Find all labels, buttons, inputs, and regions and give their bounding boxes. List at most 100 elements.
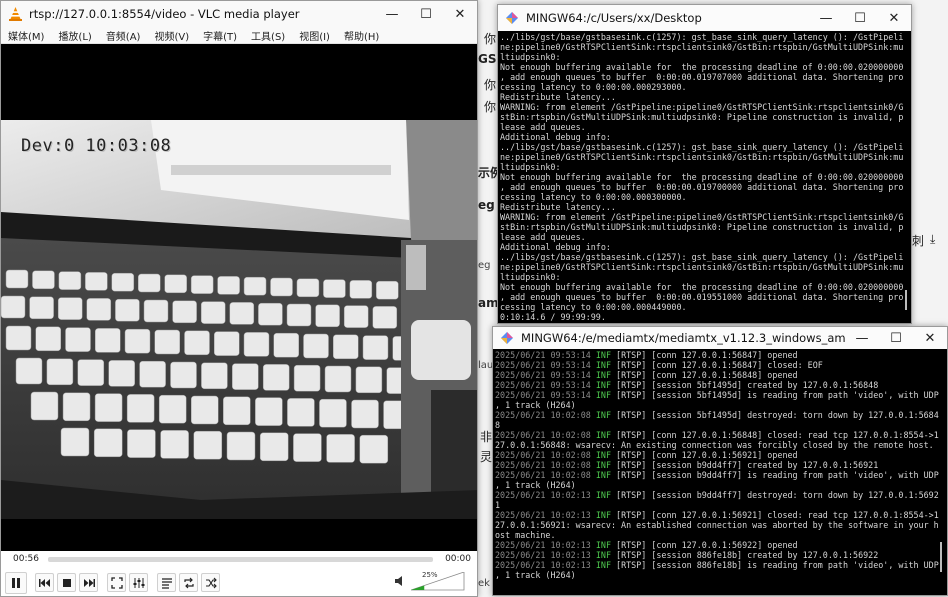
log-line: 2025/06/21 09:53:14 INF [RTSP] [conn 127… — [495, 350, 947, 360]
skip-back-icon — [38, 578, 50, 587]
mingw-icon — [504, 10, 520, 26]
keyboard-key — [35, 326, 61, 352]
log-message: [RTSP] [session 5bf1495d] destroyed: tor… — [616, 410, 939, 420]
log-timestamp: 2025/06/21 10:02:13 — [495, 540, 591, 550]
keyboard-key — [258, 302, 283, 326]
background-text: 灵 — [480, 450, 493, 464]
keyboard-key — [65, 327, 91, 352]
close-icon[interactable]: ✕ — [877, 5, 911, 31]
terminal-line: cessing latency to 0:00:00.000300000. — [500, 192, 687, 202]
keyboard-key — [315, 304, 340, 328]
terminal1-titlebar[interactable]: MINGW64:/c/Users/xx/Desktop — ☐ ✕ — [498, 5, 911, 31]
keyboard-key — [319, 398, 347, 428]
keyboard-key — [255, 397, 283, 426]
pause-button[interactable] — [5, 571, 27, 594]
shuffle-button[interactable] — [201, 573, 220, 592]
keyboard-key — [124, 328, 151, 354]
menu-item[interactable]: 视图(I) — [292, 28, 337, 43]
terminal2-output[interactable]: 2025/06/21 09:53:14 INF [RTSP] [conn 127… — [493, 349, 947, 595]
seek-row: 00:56 00:00 — [1, 552, 477, 566]
playlist-button[interactable] — [157, 573, 176, 592]
minimize-icon[interactable]: — — [375, 1, 409, 27]
volume-control[interactable]: 25% — [395, 571, 465, 591]
vlc-titlebar[interactable]: rtsp://127.0.0.1:8554/video - VLC media … — [1, 1, 477, 27]
keyboard-key — [29, 296, 54, 320]
keyboard-key — [201, 362, 228, 390]
terminal-line: ../libs/gst/base/gstbasesink.c(1257): gs… — [500, 252, 904, 262]
menu-item[interactable]: 视频(V) — [147, 28, 196, 43]
stop-button[interactable] — [57, 573, 76, 592]
log-level: INF — [595, 390, 611, 400]
log-continuation: , 1 track (H264) — [495, 400, 576, 410]
log-line: 2025/06/21 10:02:08 INF [RTSP] [session … — [495, 470, 947, 480]
log-timestamp: 2025/06/21 09:53:14 — [495, 370, 591, 380]
keyboard-key — [1, 295, 26, 319]
previous-button[interactable] — [35, 573, 54, 592]
log-message: [RTSP] [session 5bf1495d] is reading fro… — [616, 390, 939, 400]
close-icon[interactable]: ✕ — [913, 327, 947, 349]
keyboard-key — [184, 330, 210, 356]
terminal1-output[interactable]: ../libs/gst/base/gstbasesink.c(1257): gs… — [498, 31, 911, 323]
keyboard-key — [111, 272, 135, 292]
video-area[interactable]: Dev:0 10:03:08 — [1, 44, 477, 551]
volume-slider[interactable] — [411, 572, 465, 591]
log-line: 2025/06/21 10:02:13 INF [RTSP] [conn 127… — [495, 540, 947, 550]
keyboard-key — [232, 363, 259, 390]
log-level: INF — [595, 490, 611, 500]
terminal2-scrollbar[interactable] — [940, 542, 942, 572]
terminal-line: , add enough queues to buffer 0:00:00.01… — [500, 182, 904, 192]
log-message: [RTSP] [session b9dd4ff7] destroyed: tor… — [616, 490, 939, 500]
keyboard-key — [193, 430, 223, 460]
terminal2-titlebar[interactable]: MINGW64:/e/mediamtx/mediamtx_v1.12.3_win… — [493, 327, 947, 349]
terminal-desktop-window[interactable]: MINGW64:/c/Users/xx/Desktop — ☐ ✕ ../lib… — [497, 4, 912, 324]
log-level: INF — [595, 540, 611, 550]
keyboard-key — [93, 428, 123, 458]
log-message: [RTSP] [conn 127.0.0.1:56921] closed: re… — [616, 510, 939, 520]
menu-item[interactable]: 帮助(H) — [337, 28, 386, 43]
loop-button[interactable] — [179, 573, 198, 592]
seek-slider[interactable] — [48, 557, 433, 562]
log-line: ost machine. — [495, 530, 947, 540]
terminal-line: ne:pipeline0/GstRTSPClientSink:rtspclien… — [500, 42, 904, 52]
terminal-mediamtx-window[interactable]: MINGW64:/e/mediamtx/mediamtx_v1.12.3_win… — [492, 326, 948, 596]
menu-item[interactable]: 播放(L) — [51, 28, 98, 43]
maximize-icon[interactable]: ☐ — [843, 5, 877, 31]
keyboard-key — [164, 274, 187, 294]
close-icon[interactable]: ✕ — [443, 1, 477, 27]
vlc-cone-icon — [7, 6, 23, 22]
vlc-window-title: rtsp://127.0.0.1:8554/video - VLC media … — [29, 7, 300, 21]
terminal-line: Additional debug info: — [500, 242, 611, 252]
keyboard-key — [243, 276, 267, 296]
total-time: 00:00 — [445, 554, 471, 564]
log-line: 2025/06/21 10:02:13 INF [RTSP] [session … — [495, 490, 947, 500]
log-line: 27.0.0.1:56921: wsarecv: An established … — [495, 520, 947, 530]
keyboard-key — [303, 333, 329, 359]
keyboard-key — [58, 271, 82, 290]
log-timestamp: 2025/06/21 10:02:13 — [495, 490, 591, 500]
terminal1-title: MINGW64:/c/Users/xx/Desktop — [526, 11, 702, 25]
vlc-window[interactable]: rtsp://127.0.0.1:8554/video - VLC media … — [0, 0, 478, 597]
extended-settings-button[interactable] — [129, 573, 148, 592]
log-level: INF — [595, 370, 611, 380]
terminal-line: ltiudpsink0: — [500, 52, 561, 62]
terminal-line: WARNING: from element /GstPipeline:pipel… — [500, 212, 904, 222]
minimize-icon[interactable]: — — [809, 5, 843, 31]
background-text: eg — [478, 260, 491, 271]
menu-item[interactable]: 媒体(M) — [1, 28, 51, 43]
terminal1-scrollbar[interactable] — [905, 290, 907, 310]
maximize-icon[interactable]: ☐ — [409, 1, 443, 27]
background-text: GS — [478, 52, 497, 66]
keyboard-key — [46, 358, 74, 386]
keyboard-key — [351, 399, 379, 429]
shuffle-icon — [205, 577, 217, 588]
menu-item[interactable]: 工具(S) — [244, 28, 292, 43]
menu-item[interactable]: 字幕(T) — [196, 28, 244, 43]
log-level: INF — [595, 450, 611, 460]
fullscreen-button[interactable] — [107, 573, 126, 592]
next-button[interactable] — [79, 573, 98, 592]
terminal-line: ne:pipeline0/GstRTSPClientSink:rtspclien… — [500, 262, 904, 272]
menu-item[interactable]: 音频(A) — [99, 28, 148, 43]
background-text: eg — [478, 198, 495, 212]
minimize-icon[interactable]: — — [845, 327, 879, 349]
maximize-icon[interactable]: ☐ — [879, 327, 913, 349]
